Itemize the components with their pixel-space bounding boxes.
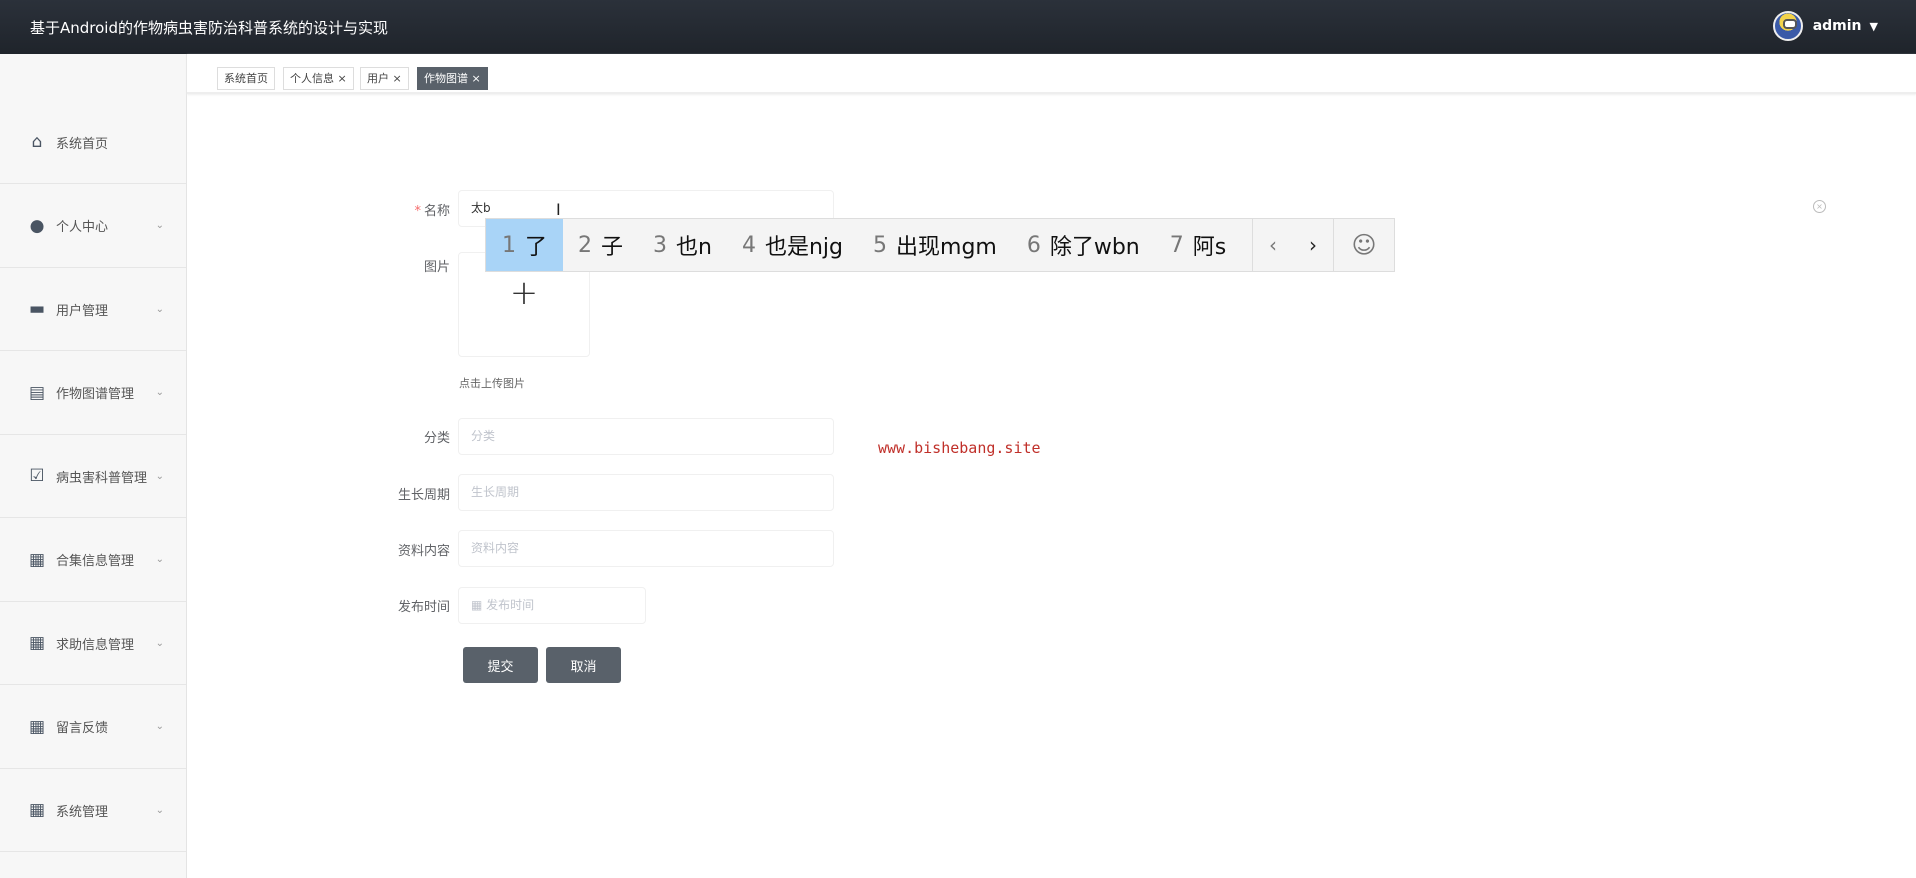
- caret-down-icon: ▼: [1869, 19, 1878, 33]
- category-label: 分类: [423, 431, 450, 446]
- sidebar-item[interactable]: ▤ 作物图谱管理 ⌄: [0, 352, 186, 435]
- candidate-text: 也n: [676, 235, 712, 260]
- publish-date-picker[interactable]: ▦ 发布时间: [458, 587, 646, 624]
- calendar-icon: ▦: [471, 598, 487, 612]
- candidate-number: 3: [653, 232, 668, 258]
- ime-candidate[interactable]: 6 除了wbn: [1012, 219, 1155, 271]
- candidate-text: 了: [525, 235, 548, 260]
- name-label: * 名称: [414, 204, 450, 219]
- date-label: 发布时间: [397, 600, 450, 615]
- emoji-icon[interactable]: ☺: [1334, 231, 1394, 259]
- upload-hint: 点击上传图片: [459, 377, 525, 390]
- tab-user[interactable]: 用户 ×: [360, 67, 409, 90]
- submit-button[interactable]: 提交: [463, 647, 538, 683]
- growth-cycle-input[interactable]: 生长周期: [458, 474, 834, 511]
- sidebar-item[interactable]: ▬ 用户管理 ⌄: [0, 268, 186, 351]
- candidate-number: 4: [741, 232, 756, 258]
- ime-candidate[interactable]: 1了: [486, 219, 564, 271]
- ime-candidate[interactable]: 2子: [563, 219, 638, 271]
- sidebar-item[interactable]: ⌂ 系统首页: [0, 101, 186, 184]
- candidate-number: 7: [1169, 232, 1184, 258]
- tab-bar: 系统首页 个人信息 × 用户 × 作物图谱 ×: [187, 54, 1916, 94]
- grid-icon: ▦: [28, 549, 46, 570]
- text-cursor-icon: I: [556, 200, 561, 219]
- home-icon: ⌂: [31, 132, 43, 152]
- tab-home[interactable]: 系统首页: [217, 67, 275, 90]
- sidebar-item-label: 留言反馈: [56, 721, 109, 736]
- chevron-left-icon[interactable]: ‹: [1253, 233, 1293, 257]
- sidebar-item[interactable]: ▦ 合集信息管理 ⌄: [0, 519, 186, 602]
- username: admin: [1812, 18, 1862, 34]
- chevron-down-icon: ⌄: [155, 721, 164, 732]
- chevron-down-icon: ⌄: [155, 387, 164, 398]
- candidate-text: 阿s: [1192, 235, 1227, 260]
- content-label: 资料内容: [397, 544, 450, 559]
- grid-icon: ▦: [28, 716, 46, 737]
- sidebar-item-label: 合集信息管理: [56, 554, 135, 569]
- chevron-down-icon: ⌄: [155, 804, 164, 816]
- watermark: www.bishebang.site: [878, 439, 1041, 457]
- chevron-down-icon: ⌄: [155, 554, 164, 565]
- cancel-button[interactable]: 取消: [546, 647, 621, 683]
- candidate-number: 6: [1026, 232, 1041, 258]
- candidate-text: 出现mgm: [896, 235, 997, 260]
- cycle-label: 生长周期: [397, 488, 450, 503]
- ime-candidate-bar: 1 了 2 子 3 也n 4 也是njg 5 出现mgm 6 除了wbn 7 阿s ‹ › ☺: [485, 218, 1395, 272]
- grid-icon: ▦: [28, 633, 46, 653]
- app-title: 基于Android的作物病虫害防治科普系统的设计与实现: [30, 19, 388, 37]
- clipboard-icon: ▤: [28, 382, 46, 403]
- top-header: 基于Android的作物病虫害防治科普系统的设计与实现 admin ▼: [0, 0, 1916, 54]
- grid-icon: ▦: [28, 800, 46, 820]
- avatar: [1772, 11, 1803, 41]
- sidebar-item[interactable]: ▦ 留言反馈 ⌄: [0, 686, 186, 769]
- sidebar-item-label: 系统管理: [56, 804, 109, 820]
- sidebar-item[interactable]: ▦ 求助信息管理 ⌄: [0, 602, 186, 685]
- sidebar-item-label: 病虫害科普管理: [56, 470, 148, 486]
- sidebar-item-label: 作物图谱管理: [56, 387, 135, 402]
- candidate-number: 1: [502, 232, 516, 258]
- chevron-down-icon: ⌄: [155, 220, 164, 231]
- close-circle-icon[interactable]: ×: [1813, 200, 1826, 213]
- briefcase-icon: ▬: [28, 299, 46, 319]
- user-icon: ●: [29, 215, 45, 236]
- image-label: 图片: [423, 260, 450, 275]
- content-input[interactable]: 资料内容: [458, 530, 834, 567]
- ime-candidate[interactable]: 3 也n: [638, 219, 727, 271]
- sidebar-item-label: 系统首页: [56, 136, 109, 152]
- sidebar-item-label: 个人中心: [56, 220, 109, 235]
- sidebar-item-label: 用户管理: [56, 303, 109, 319]
- chevron-down-icon: ⌄: [155, 637, 164, 649]
- category-input[interactable]: 分类: [458, 418, 834, 455]
- chevron-right-icon[interactable]: ›: [1293, 233, 1333, 257]
- ime-candidate[interactable]: 4 也是njg: [727, 219, 858, 271]
- sidebar-item[interactable]: ☑ 病虫害科普管理 ⌄: [0, 435, 186, 518]
- user-menu[interactable]: admin ▼: [1772, 11, 1878, 41]
- ime-candidate[interactable]: 5 出现mgm: [858, 219, 1012, 271]
- sidebar: ⌂ 系统首页 ● 个人中心 ⌄ ▬ 用户管理 ⌄ ▤ 作物图谱管理 ⌄ ☑ 病虫害科普管理 ⌄ ▦ 合集信息管…: [0, 54, 187, 878]
- candidate-number: 5: [873, 232, 888, 258]
- ime-candidate[interactable]: 7 阿s: [1155, 219, 1241, 271]
- sidebar-item-label: 求助信息管理: [56, 637, 135, 653]
- sidebar-item[interactable]: ● 个人中心 ⌄: [0, 185, 186, 268]
- candidate-text: 除了wbn: [1049, 235, 1140, 260]
- candidate-text: 也是njg: [764, 235, 844, 260]
- sidebar-item[interactable]: ▦ 系统管理 ⌄: [0, 769, 186, 852]
- chevron-down-icon: ⌄: [155, 303, 164, 315]
- tab-personal-info[interactable]: 个人信息 ×: [283, 67, 354, 90]
- clipboard-check-icon: ☑: [29, 466, 45, 486]
- candidate-text: 子: [601, 235, 624, 260]
- tab-crop-atlas[interactable]: 作物图谱 ×: [417, 67, 488, 90]
- candidate-number: 2: [578, 232, 593, 258]
- chevron-down-icon: ⌄: [155, 470, 164, 482]
